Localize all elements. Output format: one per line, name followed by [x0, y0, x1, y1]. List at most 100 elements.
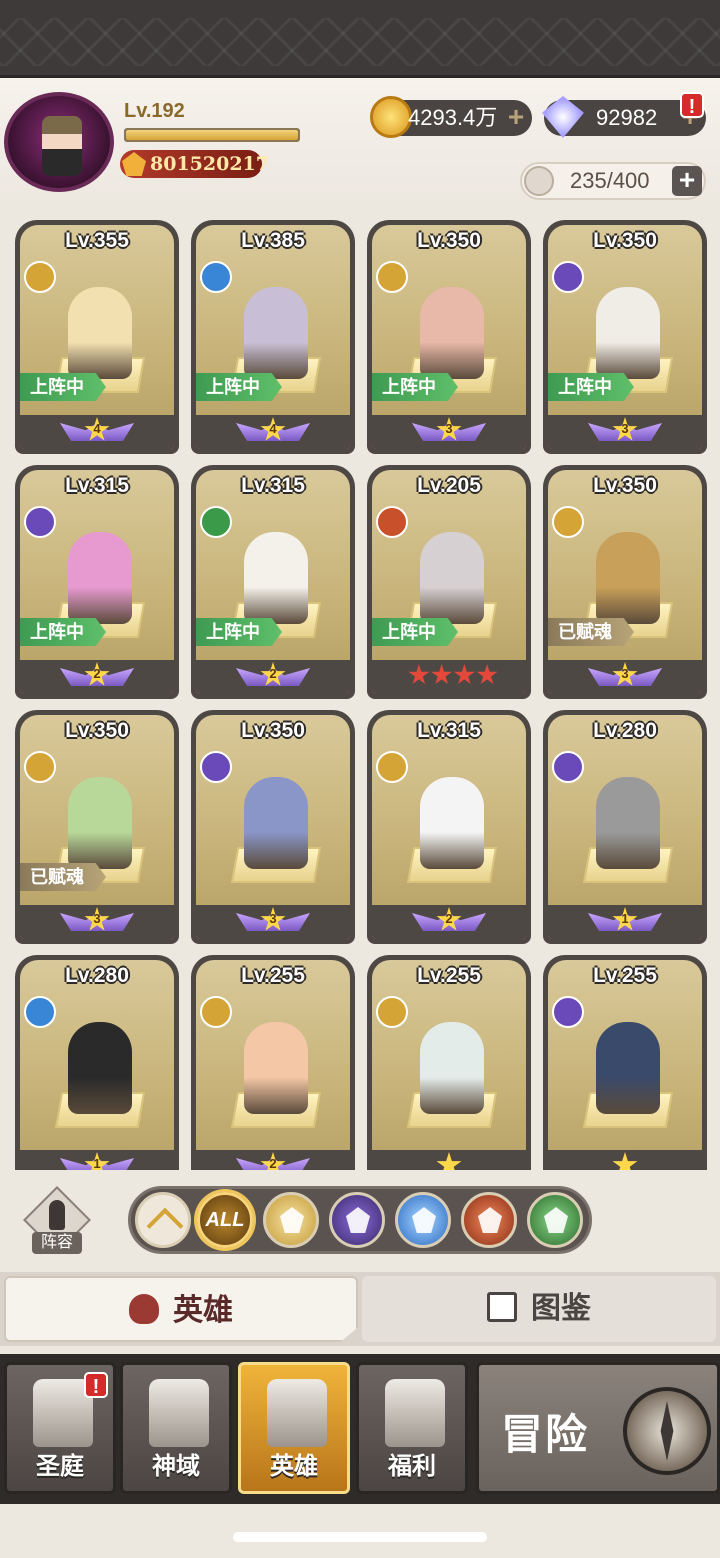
hero-level: Lv.350 [417, 229, 481, 252]
hero-status-tag: 上阵中 [372, 373, 458, 401]
hero-status-tag: 上阵中 [548, 373, 634, 401]
hero-card[interactable]: Lv.315 2 [367, 710, 531, 944]
hero-star-rank: 3 [548, 415, 702, 449]
hero-card-inner: Lv.315 2 [372, 715, 526, 939]
chess-pawn-icon [49, 1200, 65, 1230]
star-count: 2 [269, 666, 277, 681]
filter-light-button[interactable] [263, 1192, 319, 1248]
xp-bar [124, 128, 300, 142]
hero-card-inner: Lv.350 3 [196, 715, 350, 939]
hero-star-rank: 3 [372, 415, 526, 449]
nav-adventure-label: 冒险 [501, 1410, 590, 1459]
hero-sprite [244, 532, 308, 624]
tab-codex-label: 图鉴 [531, 1292, 591, 1325]
star-count: 4 [269, 421, 277, 436]
hero-sprite [68, 287, 132, 379]
hero-card[interactable]: Lv.350 上阵中 3 [543, 220, 707, 454]
hero-card-inner: Lv.350 已赋魂 3 [548, 470, 702, 694]
hero-card[interactable]: Lv.255 [543, 955, 707, 1170]
nav-welfare[interactable]: 福利 [356, 1362, 468, 1494]
hero-star-rank: 1 [548, 905, 702, 939]
hero-status-tag: 已赋魂 [20, 863, 106, 891]
nav-adventure[interactable]: 冒险 [476, 1362, 720, 1494]
home-indicator[interactable] [233, 1532, 487, 1542]
nav-court-label: 圣庭 [36, 1453, 84, 1480]
hero-status-tag: 上阵中 [20, 373, 106, 401]
hero-sprite [596, 532, 660, 624]
hero-head-icon [129, 1294, 159, 1324]
hero-star-rank: 4 [196, 415, 350, 449]
star-count: 1 [93, 1156, 101, 1170]
player-avatar[interactable] [4, 92, 114, 192]
filter-holy-button[interactable] [395, 1192, 451, 1248]
hero-level: Lv.350 [593, 474, 657, 497]
star-icon [436, 1152, 462, 1170]
power-badge: 801520217 [120, 150, 269, 178]
hero-card-inner: Lv.315 上阵中 2 [20, 470, 174, 694]
hero-card[interactable]: Lv.350 3 [191, 710, 355, 944]
filter-all-button[interactable]: ALL [197, 1192, 253, 1248]
nav-welfare-label: 福利 [388, 1453, 436, 1480]
gold-value: 4293.4万 [408, 105, 498, 130]
hero-card-inner: Lv.385 上阵中 4 [196, 225, 350, 449]
light-faction-icon [376, 751, 408, 783]
hero-level: Lv.315 [241, 474, 305, 497]
hero-card-inner: Lv.255 [372, 960, 526, 1170]
hero-card[interactable]: Lv.205 上阵中 [367, 465, 531, 699]
star-icon [612, 1152, 638, 1170]
tab-heroes-label: 英雄 [173, 1294, 233, 1327]
tab-codex[interactable]: 图鉴 [362, 1276, 716, 1342]
hero-sprite [68, 1022, 132, 1114]
diamond-alert-badge: ! [680, 92, 704, 118]
filter-nature-button[interactable] [527, 1192, 583, 1248]
hero-level: Lv.255 [241, 964, 305, 987]
hero-card[interactable]: Lv.355 上阵中 4 [15, 220, 179, 454]
hero-card[interactable]: Lv.255 2 [191, 955, 355, 1170]
star-count: 3 [93, 911, 101, 926]
hero-status-tag: 已赋魂 [548, 618, 634, 646]
hero-level: Lv.280 [593, 719, 657, 742]
beast-faction-icon [478, 1207, 502, 1233]
filter-dark-button[interactable] [329, 1192, 385, 1248]
nav-domain[interactable]: 神域 [120, 1362, 232, 1494]
nature-faction-icon [544, 1207, 568, 1233]
power-value: 801520217 [150, 153, 269, 175]
expand-slots-button[interactable]: + [672, 166, 702, 196]
hero-card[interactable]: Lv.350 已赋魂 3 [543, 465, 707, 699]
red-star-icon [408, 664, 430, 685]
red-star-icon [431, 664, 453, 685]
hero-sprite [68, 532, 132, 624]
hero-card[interactable]: Lv.350 上阵中 3 [367, 220, 531, 454]
hero-card[interactable]: Lv.315 上阵中 2 [15, 465, 179, 699]
faction-filter-bar: ALL [128, 1186, 592, 1254]
gold-counter[interactable]: 4293.4万 + [370, 96, 532, 138]
player-level: Lv.192 [124, 100, 185, 122]
tab-heroes[interactable]: 英雄 [4, 1276, 358, 1342]
nav-heroes[interactable]: 英雄 [238, 1362, 350, 1494]
hero-card[interactable]: Lv.385 上阵中 4 [191, 220, 355, 454]
hero-card[interactable]: Lv.255 [367, 955, 531, 1170]
hero-card[interactable]: Lv.280 1 [15, 955, 179, 1170]
nav-domain-label: 神域 [152, 1453, 200, 1480]
sort-up-button[interactable] [135, 1192, 191, 1248]
sub-tabs: 英雄 图鉴 [0, 1272, 720, 1346]
light-faction-icon [376, 996, 408, 1028]
hero-card-inner: Lv.280 1 [548, 715, 702, 939]
hero-star-rank: 4 [20, 415, 174, 449]
hero-card-inner: Lv.280 1 [20, 960, 174, 1170]
horned-helmet-icon [267, 1379, 327, 1447]
nature-faction-icon [200, 506, 232, 538]
hero-level: Lv.205 [417, 474, 481, 497]
hero-card[interactable]: Lv.315 上阵中 2 [191, 465, 355, 699]
lineup-button[interactable]: 阵容 [22, 1186, 92, 1260]
filter-beast-button[interactable] [461, 1192, 517, 1248]
star-count: 2 [445, 911, 453, 926]
hero-sprite [244, 1022, 308, 1114]
red-stars [408, 664, 498, 690]
banner-pattern [0, 18, 720, 66]
hero-status-tag: 上阵中 [372, 618, 458, 646]
hero-star-rank [372, 660, 526, 694]
hero-card[interactable]: Lv.280 1 [543, 710, 707, 944]
gold-plus-icon[interactable]: + [504, 103, 528, 131]
hero-card[interactable]: Lv.350 已赋魂 3 [15, 710, 179, 944]
